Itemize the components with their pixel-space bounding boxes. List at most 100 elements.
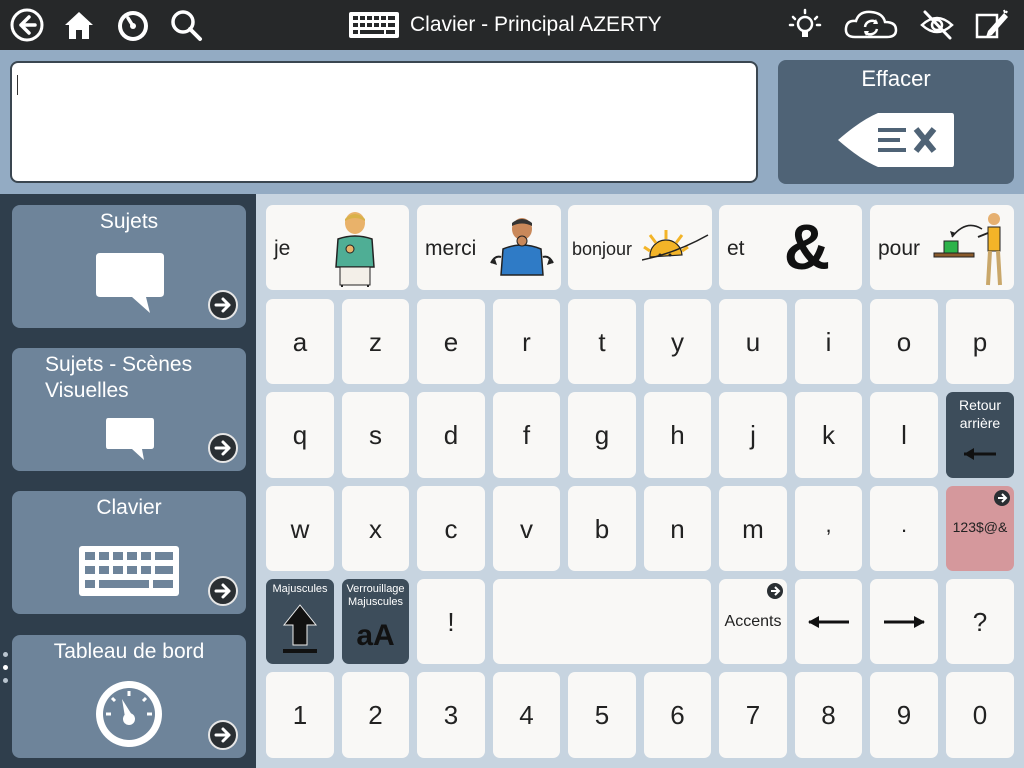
- key-b[interactable]: b: [568, 486, 636, 571]
- key-label: ,: [825, 512, 832, 537]
- key-label: r: [522, 327, 531, 357]
- search-icon[interactable]: [168, 7, 204, 43]
- key-9[interactable]: 9: [870, 672, 938, 758]
- key-p[interactable]: p: [946, 299, 1014, 384]
- key-8[interactable]: 8: [795, 672, 862, 758]
- key-h[interactable]: h: [644, 392, 711, 478]
- key-label: 2: [368, 700, 383, 730]
- key-w[interactable]: w: [266, 486, 334, 571]
- key-l[interactable]: l: [870, 392, 938, 478]
- key-1[interactable]: 1: [266, 672, 334, 758]
- clear-button[interactable]: Effacer: [778, 60, 1014, 184]
- key-i[interactable]: i: [795, 299, 862, 384]
- key-label: q: [292, 420, 308, 450]
- key-label: j: [750, 420, 756, 450]
- key-q[interactable]: q: [266, 392, 334, 478]
- symbols-label: 123$@&: [952, 519, 1008, 535]
- dashboard-icon: [94, 679, 164, 749]
- key-e[interactable]: e: [417, 299, 485, 384]
- key-label: m: [742, 514, 764, 544]
- capslock-button[interactable]: Verrouillage Majuscules aA: [342, 579, 409, 664]
- word-label: et: [727, 237, 745, 260]
- word-key-et[interactable]: et &: [719, 205, 862, 290]
- key-c[interactable]: c: [417, 486, 485, 571]
- key-label: 7: [745, 700, 761, 730]
- key-label: x: [369, 514, 382, 544]
- key-label: 3: [443, 700, 459, 730]
- key-label: g: [594, 420, 610, 450]
- key-a[interactable]: a: [266, 299, 334, 384]
- key-r[interactable]: r: [493, 299, 560, 384]
- key-n[interactable]: n: [644, 486, 711, 571]
- word-key-pour[interactable]: pour: [870, 205, 1014, 290]
- edit-icon[interactable]: [974, 7, 1010, 43]
- arrow-right-icon: [994, 490, 1010, 506]
- word-key-merci[interactable]: merci: [417, 205, 561, 290]
- key-4[interactable]: 4: [493, 672, 560, 758]
- brightness-icon[interactable]: [787, 7, 823, 43]
- cursor-right-button[interactable]: [870, 579, 938, 664]
- key-f[interactable]: f: [493, 392, 560, 478]
- text-cursor: [17, 75, 18, 95]
- key-3[interactable]: 3: [417, 672, 485, 758]
- sidebar-item-clavier[interactable]: Clavier: [12, 491, 246, 614]
- key-z[interactable]: z: [342, 299, 409, 384]
- capslock-label: Verrouillage Majuscules: [346, 583, 405, 608]
- word-key-je[interactable]: je: [266, 205, 409, 290]
- word-key-bonjour[interactable]: bonjour: [568, 205, 712, 290]
- key-j[interactable]: j: [719, 392, 787, 478]
- key-m[interactable]: m: [719, 486, 787, 571]
- hide-icon[interactable]: [919, 7, 955, 43]
- key-0[interactable]: 0: [946, 672, 1014, 758]
- key-label: w: [290, 514, 310, 544]
- message-bar[interactable]: [10, 61, 758, 183]
- key-comma[interactable]: ,: [795, 486, 862, 571]
- key-5[interactable]: 5: [568, 672, 636, 758]
- key-v[interactable]: v: [493, 486, 560, 571]
- backspace-clear-icon: [836, 110, 956, 170]
- key-label: p: [972, 327, 988, 357]
- sidebar-item-sujets-scenes-visuelles[interactable]: Sujets - Scènes Visuelles: [12, 348, 246, 471]
- speech-bubble-icon: [94, 251, 166, 315]
- cursor-left-button[interactable]: [795, 579, 862, 664]
- symbols-button[interactable]: 123$@&: [946, 486, 1014, 571]
- shift-button[interactable]: Majuscules: [266, 579, 334, 664]
- shift-label: Majuscules: [272, 583, 328, 595]
- key-y[interactable]: y: [644, 299, 711, 384]
- sidebar-item-tableau-de-bord[interactable]: Tableau de bord: [12, 635, 246, 758]
- key-label: 5: [594, 700, 610, 730]
- key-label: e: [443, 327, 459, 357]
- key-s[interactable]: s: [342, 392, 409, 478]
- accents-button[interactable]: Accents: [719, 579, 787, 664]
- dashboard-icon[interactable]: [115, 7, 151, 43]
- key-label: o: [896, 327, 912, 357]
- key-label: d: [443, 420, 459, 450]
- key-label: a: [292, 327, 308, 357]
- sidebar-item-label: Sujets - Scènes Visuelles: [45, 353, 193, 402]
- backspace-button[interactable]: Retour arrière: [946, 392, 1014, 478]
- key-exclamation[interactable]: !: [417, 579, 485, 664]
- key-o[interactable]: o: [870, 299, 938, 384]
- key-6[interactable]: 6: [644, 672, 711, 758]
- key-t[interactable]: t: [568, 299, 636, 384]
- home-icon[interactable]: [61, 7, 97, 43]
- key-period[interactable]: .: [870, 486, 938, 571]
- backspace-label: Retour arrière: [958, 397, 1002, 431]
- sync-icon[interactable]: [843, 7, 899, 43]
- key-d[interactable]: d: [417, 392, 485, 478]
- space-bar[interactable]: [493, 579, 711, 664]
- key-k[interactable]: k: [795, 392, 862, 478]
- key-g[interactable]: g: [568, 392, 636, 478]
- sidebar-item-label: Clavier: [96, 496, 162, 519]
- key-2[interactable]: 2: [342, 672, 409, 758]
- key-7[interactable]: 7: [719, 672, 787, 758]
- key-label: !: [447, 607, 455, 637]
- key-label: n: [670, 514, 685, 544]
- key-question[interactable]: ?: [946, 579, 1014, 664]
- back-icon[interactable]: [9, 7, 45, 43]
- person-thanking-icon: [489, 213, 555, 287]
- clear-label: Effacer: [861, 66, 931, 91]
- sidebar-item-sujets[interactable]: Sujets: [12, 205, 246, 328]
- key-x[interactable]: x: [342, 486, 409, 571]
- key-u[interactable]: u: [719, 299, 787, 384]
